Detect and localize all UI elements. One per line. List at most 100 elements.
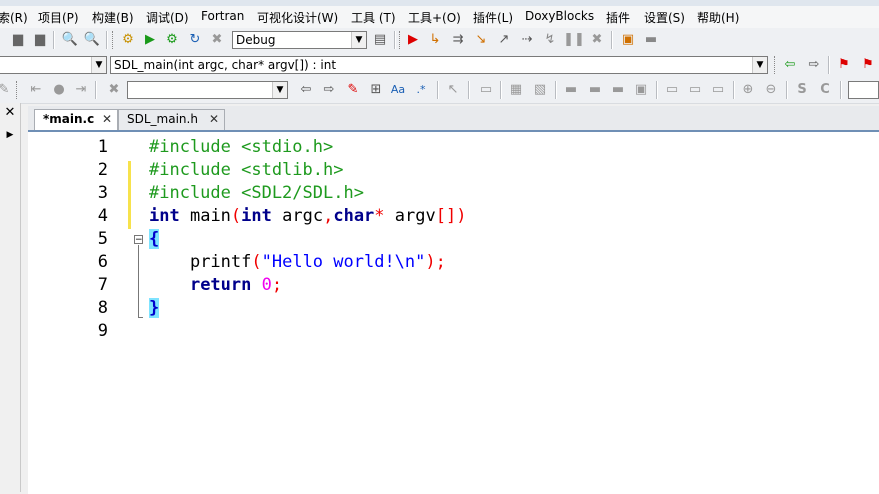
menu-tools[interactable]: 工具 (T) bbox=[351, 9, 396, 26]
select-pointer-icon[interactable]: ↖ bbox=[445, 82, 461, 98]
step-into-icon[interactable]: ↘ bbox=[473, 32, 489, 48]
menu-debug[interactable]: 调试(D) bbox=[146, 9, 189, 26]
menu-help[interactable]: 帮助(H) bbox=[697, 9, 739, 26]
menu-doxyblocks[interactable]: DoxyBlocks bbox=[525, 9, 594, 23]
layout-3-icon[interactable]: ▬ bbox=[610, 82, 626, 98]
widget-text-icon[interactable]: ▧ bbox=[532, 82, 548, 98]
run-to-cursor-icon[interactable]: ↳ bbox=[427, 32, 443, 48]
separator bbox=[468, 81, 470, 99]
build-target-value: Debug bbox=[236, 33, 276, 47]
zoom-in-icon[interactable]: ⊕ bbox=[740, 82, 756, 98]
tab-label: SDL_main.h bbox=[127, 112, 198, 126]
line-number: 7 bbox=[97, 275, 108, 295]
chevron-right-icon[interactable]: ▶ bbox=[2, 127, 18, 143]
find-icon[interactable]: 🔍 bbox=[62, 32, 78, 48]
search-next-icon[interactable]: ⇨ bbox=[321, 82, 337, 98]
operator: ) bbox=[425, 252, 436, 272]
next-instruction-icon[interactable]: ⇢ bbox=[519, 32, 535, 48]
close-icon[interactable]: ✕ bbox=[2, 105, 18, 121]
operator: ; bbox=[435, 252, 446, 272]
menu-visual-design[interactable]: 可视化设计(W) bbox=[257, 9, 338, 26]
keyword: int bbox=[149, 206, 180, 226]
cut-icon[interactable]: ▆ bbox=[10, 32, 26, 48]
prev-marker-icon[interactable]: ⇤ bbox=[28, 82, 44, 98]
fold-collapse-icon[interactable]: − bbox=[134, 235, 143, 245]
menu-project[interactable]: 项目(P) bbox=[38, 9, 79, 26]
clear-search-icon[interactable]: ✖ bbox=[106, 82, 122, 98]
regex-icon[interactable]: .* bbox=[413, 82, 429, 98]
widget-frame-icon[interactable]: ▭ bbox=[478, 82, 494, 98]
preprocessor-directive: #include <stdlib.h> bbox=[149, 160, 344, 180]
various-info-icon[interactable]: ▬ bbox=[643, 32, 659, 48]
stop-debug-icon[interactable]: ✖ bbox=[589, 32, 605, 48]
paste-icon[interactable]: ▆ bbox=[32, 32, 48, 48]
debug-windows-icon[interactable]: ▣ bbox=[620, 32, 636, 48]
step-out-icon[interactable]: ↗ bbox=[496, 32, 512, 48]
match-case-icon[interactable]: Aa bbox=[390, 82, 406, 98]
code-line-2: #include <stdlib.h> bbox=[149, 160, 343, 180]
build-target-select[interactable]: Debug ▼ bbox=[232, 31, 367, 49]
jump-forward-icon[interactable]: ⇨ bbox=[806, 57, 822, 73]
rebuild-icon[interactable]: ↻ bbox=[187, 32, 203, 48]
chevron-down-icon: ▼ bbox=[272, 82, 287, 98]
bookmark-flag-icon[interactable]: ⚑ bbox=[836, 57, 852, 73]
menu-tools-plus[interactable]: 工具+(O) bbox=[408, 9, 461, 26]
close-icon[interactable]: ✕ bbox=[102, 110, 112, 129]
menu-build[interactable]: 构建(B) bbox=[92, 9, 134, 26]
align-3-icon[interactable]: ▭ bbox=[710, 82, 726, 98]
layout-2-icon[interactable]: ▬ bbox=[587, 82, 603, 98]
line-number: 8 bbox=[97, 298, 108, 318]
search-input[interactable]: ▼ bbox=[127, 81, 288, 99]
close-icon[interactable]: ✕ bbox=[209, 110, 219, 129]
menu-settings[interactable]: 设置(S) bbox=[644, 9, 685, 26]
zoom-out-icon[interactable]: ⊖ bbox=[763, 82, 779, 98]
replace-icon[interactable]: 🔍 bbox=[84, 32, 100, 48]
menu-plugins-2[interactable]: 插件 bbox=[606, 9, 630, 26]
s-icon[interactable]: S bbox=[794, 82, 810, 98]
code-line-4: int main(int argc,char* argv[]) bbox=[149, 206, 467, 226]
bookmark-next-icon[interactable]: ⚑ bbox=[860, 57, 876, 73]
menu-plugins[interactable]: 插件(L) bbox=[473, 9, 513, 26]
pencil-icon[interactable]: ✎ bbox=[0, 82, 12, 98]
run-icon[interactable]: ▶ bbox=[142, 32, 158, 48]
function-select-value: SDL_main(int argc, char* argv[]) : int bbox=[114, 58, 337, 72]
code-line-1: #include <stdio.h> bbox=[149, 137, 333, 157]
marker-dot-icon[interactable]: ● bbox=[51, 82, 67, 98]
editor-tab-bar: *main.c ✕ SDL_main.h ✕ bbox=[28, 106, 879, 130]
menu-fortran[interactable]: Fortran bbox=[201, 9, 244, 23]
abort-icon[interactable]: ✖ bbox=[209, 32, 225, 48]
show-target-dialog-icon[interactable]: ▤ bbox=[372, 32, 388, 48]
jump-back-icon[interactable]: ⇦ bbox=[782, 57, 798, 73]
align-2-icon[interactable]: ▭ bbox=[687, 82, 703, 98]
pause-icon[interactable]: ❚❚ bbox=[563, 32, 585, 48]
function-select[interactable]: SDL_main(int argc, char* argv[]) : int ▼ bbox=[110, 56, 768, 74]
align-1-icon[interactable]: ▭ bbox=[664, 82, 680, 98]
build-gear-icon[interactable]: ⚙ bbox=[120, 32, 136, 48]
build-and-run-icon[interactable]: ⚙ bbox=[164, 32, 180, 48]
line-number: 9 bbox=[97, 321, 108, 341]
scope-select[interactable]: ▼ bbox=[0, 56, 107, 74]
separator bbox=[611, 31, 613, 49]
layout-4-icon[interactable]: ▣ bbox=[633, 82, 649, 98]
c-icon[interactable]: C bbox=[817, 82, 833, 98]
widget-image-icon[interactable]: ▦ bbox=[508, 82, 524, 98]
extra-select[interactable] bbox=[848, 81, 879, 99]
tab-main-c[interactable]: *main.c ✕ bbox=[34, 109, 118, 130]
tab-sdl-main-h[interactable]: SDL_main.h ✕ bbox=[118, 109, 225, 130]
search-prev-icon[interactable]: ⇦ bbox=[298, 82, 314, 98]
separator bbox=[53, 31, 55, 49]
next-line-icon[interactable]: ⇉ bbox=[450, 32, 466, 48]
change-marker bbox=[128, 161, 131, 229]
fold-line-end bbox=[138, 317, 143, 318]
step-into-instruction-icon[interactable]: ↯ bbox=[542, 32, 558, 48]
highlight-icon[interactable]: ✎ bbox=[345, 82, 361, 98]
separator bbox=[95, 81, 97, 99]
menu-search[interactable]: 索(R) bbox=[0, 9, 28, 26]
layout-1-icon[interactable]: ▬ bbox=[563, 82, 579, 98]
code-editor[interactable]: 1 2 3 4 5 6 7 8 9 − #include <stdio.h> #… bbox=[28, 130, 879, 494]
debug-start-icon[interactable]: ▶ bbox=[405, 32, 421, 48]
fold-line bbox=[138, 245, 139, 317]
selected-text-icon[interactable]: ⊞ bbox=[368, 82, 384, 98]
next-marker-icon[interactable]: ⇥ bbox=[73, 82, 89, 98]
operator: ; bbox=[271, 275, 283, 295]
